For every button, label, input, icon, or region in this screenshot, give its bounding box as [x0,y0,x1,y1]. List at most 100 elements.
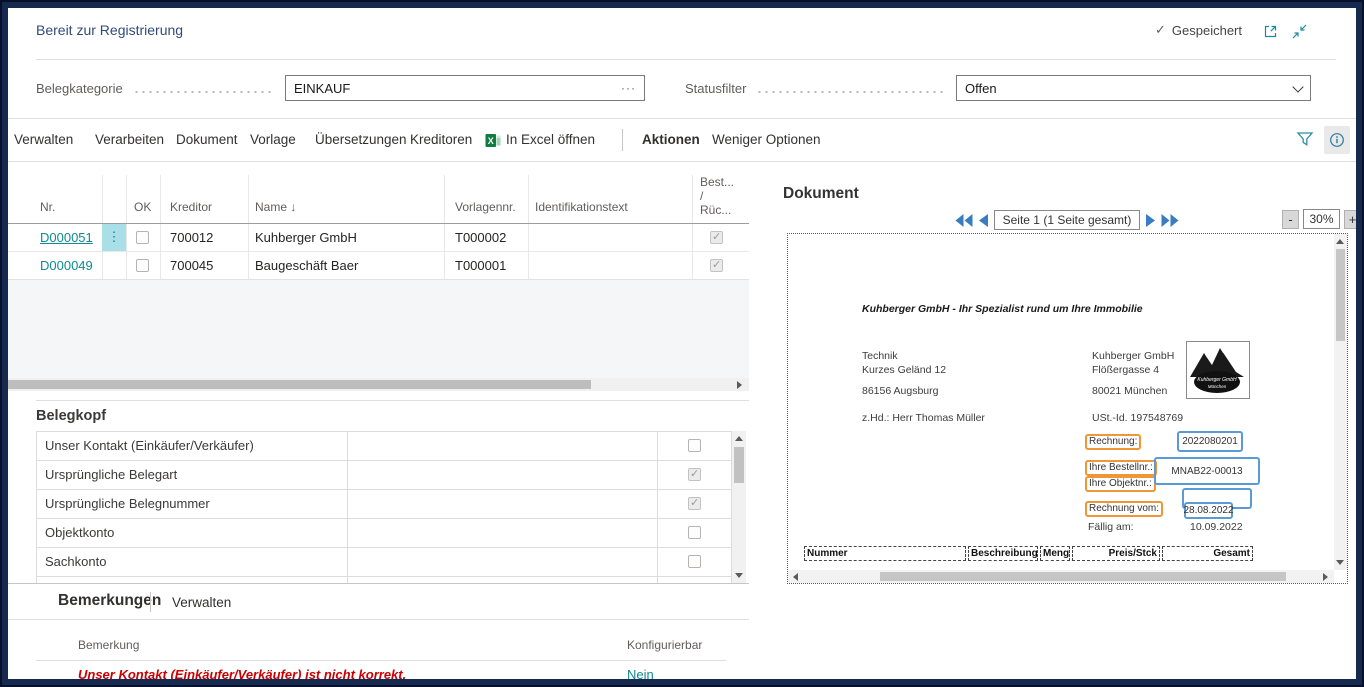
belegkopf-checkbox[interactable] [688,555,701,568]
prev-page-icon[interactable] [978,213,989,228]
filter-icon[interactable] [1296,131,1314,152]
mountain-logo-icon: Kuhberger GmbH München [1187,342,1249,398]
next-page-icon[interactable] [1145,213,1156,228]
row-name: Kuhberger GmbH [255,224,357,252]
toolbar-vorlage[interactable]: Vorlage [250,119,296,161]
toolbar-aktionen[interactable]: Aktionen [642,119,700,161]
invoice-label-rechnung-vom[interactable]: Rechnung vom: [1085,501,1163,517]
saved-label: Gespeichert [1172,23,1242,38]
status-select[interactable]: Offen [956,75,1311,101]
row-menu-icon[interactable]: ⋮ [102,224,126,251]
column-header-ok[interactable]: OK [134,200,151,214]
invoice-label-objektnr[interactable]: Ihre Objektnr.: [1085,476,1156,492]
page-title: Bereit zur Registrierung [36,22,183,38]
scrollbar-thumb[interactable] [880,572,1286,581]
bemerkungen-title: Bemerkungen [58,592,161,610]
toolbar-dokument[interactable]: Dokument [176,119,238,161]
svg-text:Kuhberger GmbH: Kuhberger GmbH [1197,377,1237,383]
lookup-ellipsis-icon[interactable]: ··· [621,81,636,95]
belegkopf-vertical-scrollbar[interactable] [732,431,746,583]
invoice-headline: Kuhberger GmbH - Ihr Spezialist rund um … [862,303,1143,315]
bemerkungen-verwalten-menu[interactable]: Verwalten [172,595,231,610]
collapse-icon[interactable] [1291,23,1308,45]
column-header-name[interactable]: Name ↓ [255,200,296,214]
toolbar-verwalten[interactable]: Verwalten [14,119,73,161]
column-header-name-label: Name [255,200,287,214]
scroll-right-icon[interactable] [1323,573,1328,581]
bemerkungen-pane: Bemerkungen Verwalten Bemerkung Konfigur… [8,583,749,680]
invoice-recipient-line: Technik [862,350,898,362]
scroll-up-icon[interactable] [1336,239,1344,244]
preview-horizontal-scrollbar[interactable] [788,570,1334,583]
invoice-col-menge: Menge [1040,546,1070,561]
row-vorlagennr: T000001 [455,252,506,280]
column-header-vorlagennr[interactable]: Vorlagennr. [455,200,516,214]
invoice-label-rechnung[interactable]: Rechnung: [1085,434,1141,450]
scroll-left-icon[interactable] [793,573,798,581]
ok-checkbox[interactable] [136,231,149,244]
grid-empty-area [8,280,749,378]
toolbar-verarbeiten[interactable]: Verarbeiten [95,119,164,161]
scrollbar-thumb[interactable] [8,380,591,389]
info-pane-toggle[interactable] [1324,126,1350,154]
scroll-down-icon[interactable] [1336,560,1344,565]
popout-icon[interactable] [1262,23,1279,45]
last-page-icon[interactable] [1161,213,1179,228]
scroll-down-icon[interactable] [735,573,743,578]
preview-vertical-scrollbar[interactable] [1334,234,1347,570]
invoice-value-rechnungsnr[interactable]: 2022080201 [1177,431,1243,452]
ok-checkbox[interactable] [136,259,149,272]
row-nr-link[interactable]: D000051 [40,224,93,252]
grid-horizontal-scrollbar[interactable] [8,378,749,391]
toolbar-weniger-optionen[interactable]: Weniger Optionen [712,119,821,161]
scrollbar-thumb[interactable] [734,447,744,483]
row-nr-link[interactable]: D000049 [40,252,93,280]
divider [8,161,1356,162]
column-header-kreditor[interactable]: Kreditor [170,200,212,214]
category-input[interactable]: EINKAUF ··· [285,75,645,101]
column-header-best-rueck[interactable]: Best... / Rüc... [700,175,734,217]
belegkopf-checkbox[interactable] [688,468,701,481]
bemerkung-konfigurierbar-value[interactable]: Nein [627,667,654,680]
status-label: Statusfilter [685,75,746,103]
belegkopf-row[interactable]: Unser Kontakt (Einkäufer/Verkäufer) [37,432,731,461]
column-header-nr[interactable]: Nr. [40,200,55,214]
table-row[interactable]: D000049 700045 Baugeschäft Baer T000001 [8,252,749,280]
scrollbar-thumb[interactable] [1336,249,1345,341]
zoom-in-button[interactable]: + [1344,210,1361,229]
status-filter-group: Statusfilter Offen [685,75,1311,103]
first-page-icon[interactable] [955,213,973,228]
dotted-leader [756,91,946,93]
invoice-value-bestellnr[interactable]: MNAB22-00013 [1154,457,1260,485]
belegkopf-row[interactable]: Sachkonto [37,548,731,577]
window-frame: Bereit zur Registrierung ✓ Gespeichert B… [0,0,1364,687]
belegkopf-checkbox[interactable] [688,497,701,510]
open-in-excel-button[interactable]: X In Excel öffnen [485,119,595,161]
belegkopf-row-label: Ursprüngliche Belegnummer [45,490,210,518]
invoice-sender-line: 80021 München [1092,385,1167,397]
best-rueck-checkbox[interactable] [710,259,723,272]
scroll-up-icon[interactable] [735,436,743,441]
belegkopf-row[interactable]: Objektkonto [37,519,731,548]
scroll-right-icon[interactable] [737,381,742,389]
belegkopf-checkbox[interactable] [688,439,701,452]
section-separator [150,592,151,612]
column-header-bemerkung[interactable]: Bemerkung [78,638,139,652]
zoom-out-button[interactable]: - [1282,210,1299,229]
table-row[interactable]: D000051 ⋮ 700012 Kuhberger GmbH T000002 [8,224,749,252]
document-panel-title: Dokument [783,185,859,203]
column-header-identifikationstext[interactable]: Identifikationstext [535,200,628,214]
column-header-konfigurierbar[interactable]: Konfigurierbar [627,638,702,652]
column-header-best-line1: Best... [700,175,734,189]
belegkopf-row[interactable]: Ursprüngliche Belegnummer [37,490,731,519]
toolbar-uebersetzungen[interactable]: Übersetzungen [315,119,407,161]
toolbar: Verwalten Verarbeiten Dokument Vorlage Ü… [8,119,1356,161]
belegkopf-checkbox[interactable] [688,526,701,539]
toolbar-kreditoren[interactable]: Kreditoren [410,119,472,161]
open-in-excel-label: In Excel öffnen [506,119,595,161]
invoice-label-bestellnr[interactable]: Ihre Bestellnr.: [1085,460,1157,476]
category-filter-group: Belegkategorie EINKAUF ··· [36,75,645,103]
best-rueck-checkbox[interactable] [710,231,723,244]
invoice-value-rechnungsdatum[interactable]: 28.08.2022 [1184,502,1233,519]
belegkopf-row[interactable]: Ursprüngliche Belegart [37,461,731,490]
